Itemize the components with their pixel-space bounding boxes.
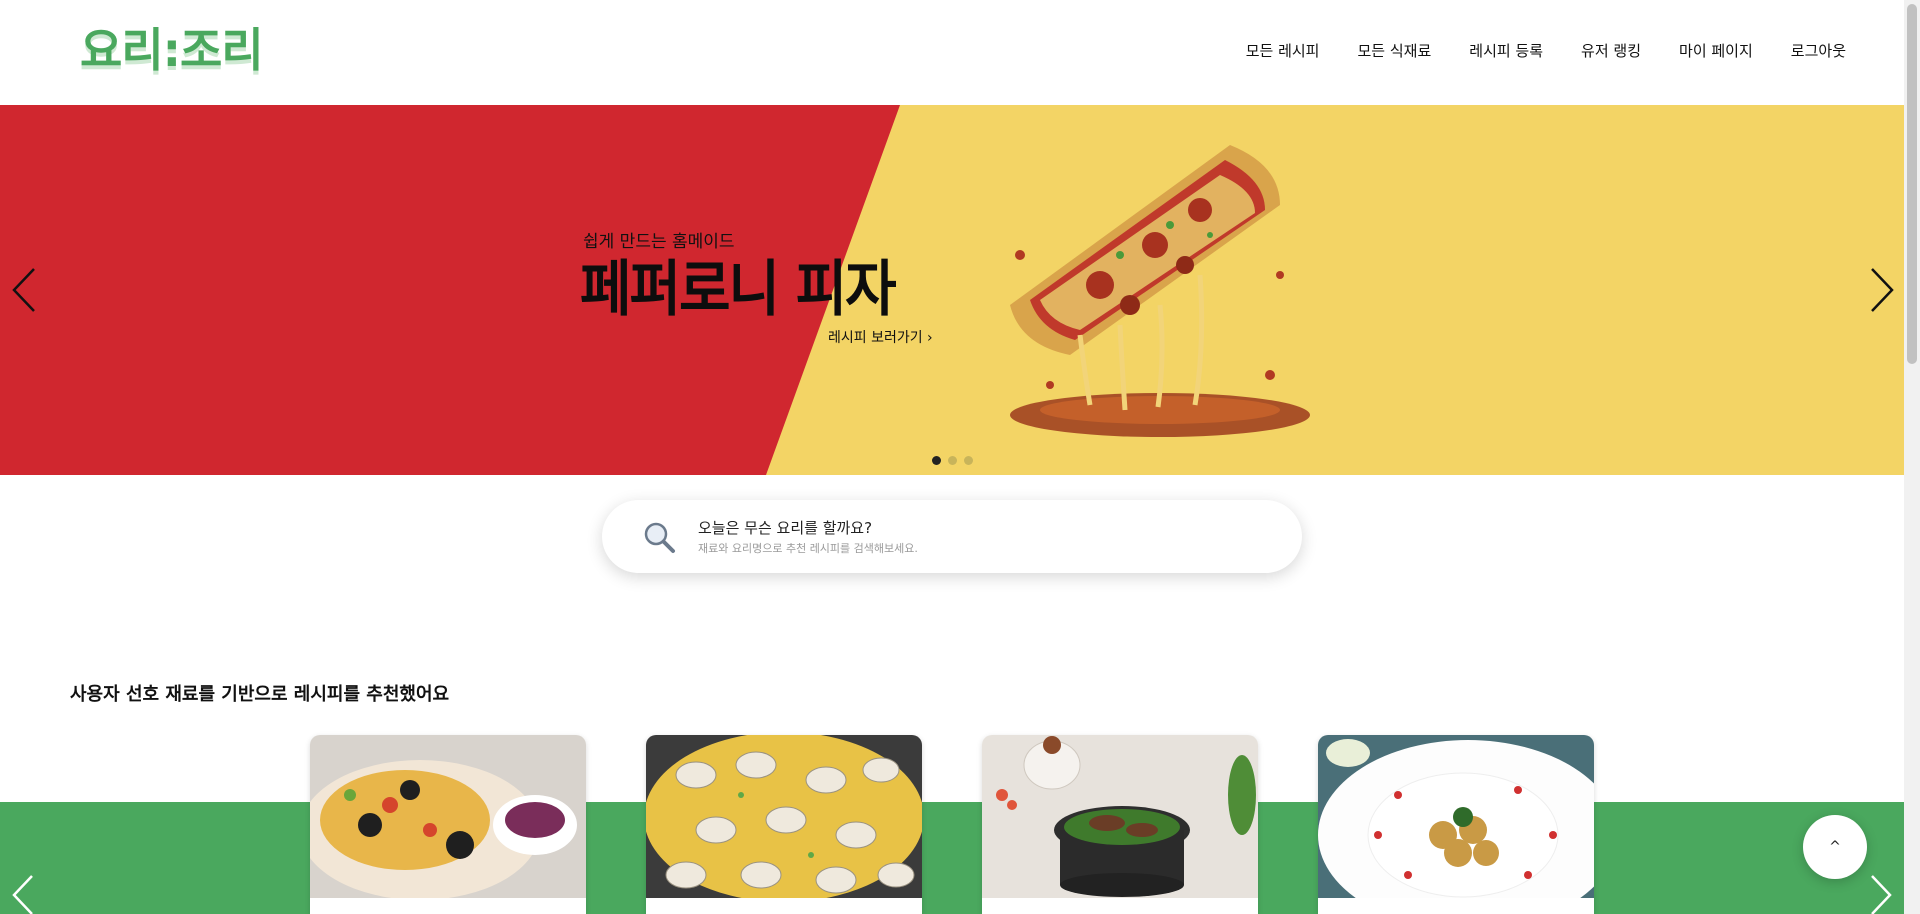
page: 요리:조리 모든 레시피 모든 식재료 레시피 등록 유저 랭킹 마이 페이지 … bbox=[0, 0, 1904, 914]
main-nav: 모든 레시피 모든 식재료 레시피 등록 유저 랭킹 마이 페이지 로그아웃 bbox=[1246, 40, 1846, 61]
recipe-card[interactable] bbox=[310, 735, 586, 914]
logo[interactable]: 요리:조리 bbox=[80, 22, 264, 78]
recipe-thumbnail-clams bbox=[646, 735, 922, 902]
header: 요리:조리 모든 레시피 모든 식재료 레시피 등록 유저 랭킹 마이 페이지 … bbox=[0, 0, 1904, 105]
search-hint: 재료와 요리명으로 추천 레시피를 검색해보세요. bbox=[698, 542, 918, 555]
hero-recipe-link[interactable]: 레시피 보러가기 › bbox=[828, 327, 933, 347]
scrollbar-thumb[interactable] bbox=[1907, 4, 1917, 364]
nav-register-recipe[interactable]: 레시피 등록 bbox=[1469, 40, 1543, 61]
pizza-image bbox=[1010, 145, 1310, 437]
slide-dot-3[interactable] bbox=[964, 456, 973, 465]
scroll-top-button[interactable]: ^ bbox=[1803, 815, 1867, 879]
page-scrollbar[interactable] bbox=[1904, 0, 1920, 914]
hero-prev-arrow-icon[interactable] bbox=[8, 265, 44, 315]
hero-title: 페퍼로니 피자 bbox=[580, 254, 897, 325]
nav-all-recipes[interactable]: 모든 레시피 bbox=[1246, 40, 1320, 61]
search-title: 오늘은 무슨 요리를 할까요? bbox=[698, 519, 873, 537]
recommend-next-arrow-icon[interactable] bbox=[1864, 872, 1896, 914]
slide-dot-2[interactable] bbox=[948, 456, 957, 465]
nav-my-page[interactable]: 마이 페이지 bbox=[1679, 40, 1753, 61]
recommend-prev-arrow-icon[interactable] bbox=[8, 872, 40, 914]
hero-next-arrow-icon[interactable] bbox=[1862, 265, 1898, 315]
hero-red-panel bbox=[0, 105, 900, 475]
hero-subtitle: 쉽게 만드는 홈메이드 bbox=[583, 232, 735, 252]
recommend-section-title: 사용자 선호 재료를 기반으로 레시피를 추천했어요 bbox=[70, 684, 450, 705]
slide-dot-1[interactable] bbox=[932, 456, 941, 465]
recipe-card[interactable] bbox=[1318, 735, 1594, 914]
recommend-band bbox=[0, 802, 1904, 914]
recipe-thumbnail-croquette bbox=[1318, 735, 1594, 914]
nav-user-ranking[interactable]: 유저 랭킹 bbox=[1581, 40, 1641, 61]
slide-indicator bbox=[932, 456, 973, 465]
recipe-card[interactable] bbox=[646, 735, 922, 914]
recipe-card[interactable] bbox=[982, 735, 1258, 914]
hero-banner: 쉽게 만드는 홈메이드 페퍼로니 피자 레시피 보러가기 › bbox=[0, 105, 1904, 475]
recipe-thumbnail-pizza bbox=[310, 735, 586, 900]
search-icon bbox=[644, 522, 675, 553]
nav-all-ingredients[interactable]: 모든 식재료 bbox=[1357, 40, 1431, 61]
nav-logout[interactable]: 로그아웃 bbox=[1791, 40, 1846, 61]
search-box[interactable]: 오늘은 무슨 요리를 할까요? 재료와 요리명으로 추천 레시피를 검색해보세요… bbox=[602, 500, 1302, 573]
recipe-thumbnail-pot-rice bbox=[982, 735, 1258, 898]
